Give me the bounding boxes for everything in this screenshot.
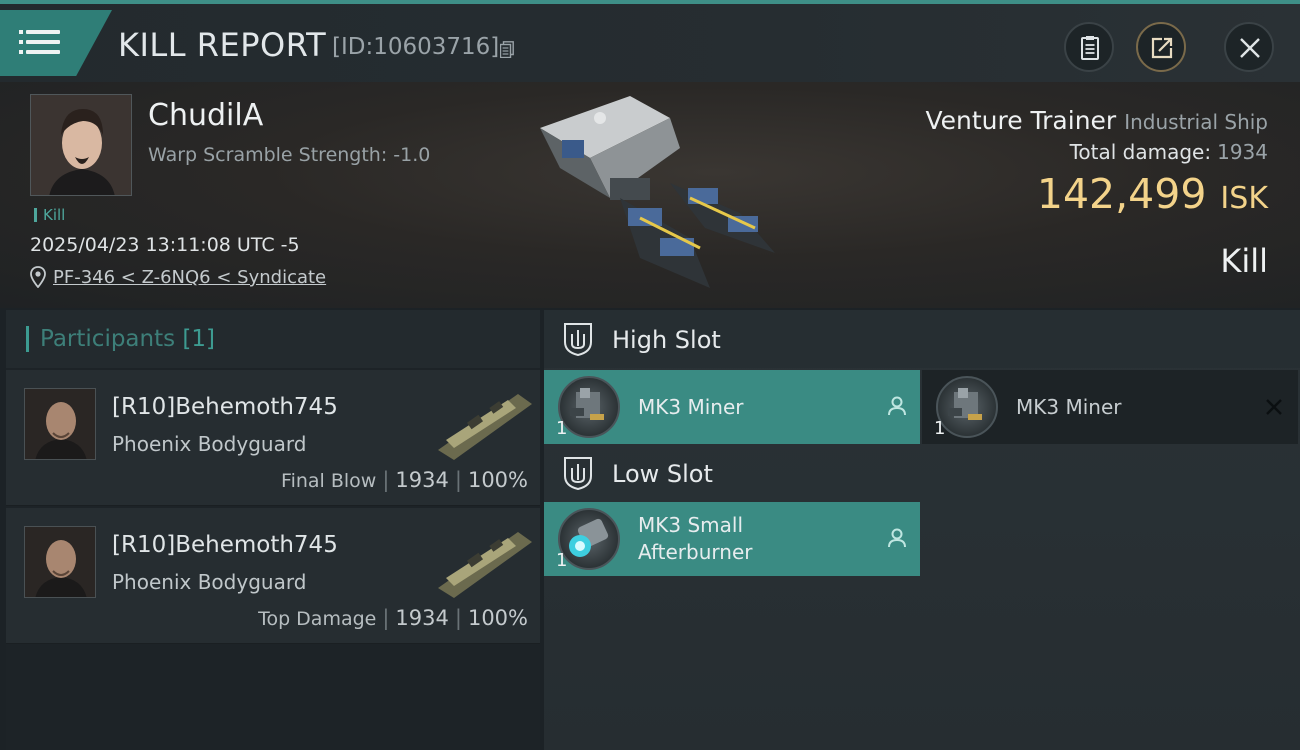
clipboard-icon <box>1081 36 1099 60</box>
participant-stats: Top Damage | 1934 | 100% <box>258 606 528 630</box>
close-button[interactable] <box>1224 22 1274 72</box>
module-slot[interactable]: 1 MK3 Miner <box>922 370 1298 444</box>
isk-amount: 142,499 <box>1036 170 1207 218</box>
low-slot-icon <box>564 457 592 490</box>
ship-render <box>540 96 775 288</box>
kill-tag: Kill <box>34 206 65 224</box>
header-bar: KILL REPORT [ID:10603716] <box>0 4 1300 82</box>
module-slot[interactable]: 1 MK3 Small Afterburner <box>544 502 920 576</box>
participant-role: Top Damage <box>258 608 377 630</box>
hamburger-menu-icon[interactable] <box>0 10 112 76</box>
victim-summary: ChudilA Warp Scramble Strength: -1.0 Kil… <box>0 82 1300 308</box>
participant-name[interactable]: [R10]Behemoth745 <box>112 394 338 420</box>
ship-name: Venture Trainer Industrial Ship <box>925 106 1268 135</box>
clipboard-button[interactable] <box>1064 22 1114 72</box>
module-slot[interactable]: 1 MK3 Miner <box>544 370 920 444</box>
total-damage-label: Total damage: <box>1069 140 1212 164</box>
module-name: MK3 Miner <box>638 395 744 419</box>
total-damage: Total damage: 1934 <box>1070 140 1268 164</box>
warp-scramble-strength: Warp Scramble Strength: -1.0 <box>148 144 431 166</box>
total-damage-value: 1934 <box>1217 140 1268 164</box>
participant-ship-render <box>438 394 532 460</box>
stat-separator: | <box>454 606 462 630</box>
stat-separator: | <box>382 468 390 492</box>
share-icon <box>1151 37 1173 59</box>
location-link[interactable]: PF-346 < Z-6NQ6 < Syndicate <box>53 267 326 288</box>
high-slot-label: High Slot <box>612 326 721 354</box>
module-name: MK3 Small Afterburner <box>638 513 753 564</box>
participant-damage: 1934 <box>395 606 449 630</box>
participants-header: Participants [1] <box>6 310 540 368</box>
participant-ship-render <box>438 532 532 598</box>
low-slot-label: Low Slot <box>612 460 713 488</box>
participant-row[interactable]: [R10]Behemoth745 Phoenix Bodyguard Final… <box>6 370 540 506</box>
participant-avatar[interactable] <box>24 526 96 598</box>
location-pin-icon <box>30 266 46 288</box>
isk-unit: ISK <box>1220 181 1268 216</box>
stat-separator: | <box>454 468 462 492</box>
high-slot-header: High Slot <box>544 310 1300 368</box>
low-slot-header: Low Slot <box>544 444 1300 500</box>
kill-timestamp: 2025/04/23 13:11:08 UTC -5 <box>30 234 300 256</box>
participant-stats: Final Blow | 1934 | 100% <box>281 468 528 492</box>
fitting-panel: High Slot 1 MK3 Miner 1 MK3 Miner Low Sl… <box>544 310 1300 750</box>
participants-count: [1] <box>182 326 216 352</box>
victim-avatar[interactable] <box>30 94 132 196</box>
module-name: MK3 Miner <box>1016 395 1122 419</box>
report-id: [ID:10603716] <box>332 34 500 60</box>
high-slot-icon <box>564 323 592 356</box>
participant-damage: 1934 <box>395 468 449 492</box>
module-quantity: 1 <box>556 418 568 439</box>
page-title: KILL REPORT <box>118 26 327 64</box>
participants-label: Participants <box>40 326 176 352</box>
share-button[interactable] <box>1136 22 1186 72</box>
ship-class: Industrial Ship <box>1124 110 1268 134</box>
stat-separator: | <box>382 606 390 630</box>
participant-avatar[interactable] <box>24 388 96 460</box>
module-quantity: 1 <box>934 418 946 439</box>
victim-name[interactable]: ChudilA <box>148 98 263 133</box>
isk-value: 142,499 ISK <box>1037 170 1268 218</box>
participant-corp: Phoenix Bodyguard <box>112 570 307 594</box>
participant-row[interactable]: [R10]Behemoth745 Phoenix Bodyguard Top D… <box>6 508 540 644</box>
participant-role: Final Blow <box>281 470 377 492</box>
participant-name[interactable]: [R10]Behemoth745 <box>112 532 338 558</box>
copy-icon[interactable] <box>500 41 514 58</box>
pilot-icon <box>888 396 906 416</box>
module-quantity: 1 <box>556 550 568 571</box>
kill-result: Kill <box>1220 242 1268 280</box>
participant-corp: Phoenix Bodyguard <box>112 432 307 456</box>
participants-panel: Participants [1] [R10]Behemoth745 Phoeni… <box>6 310 540 750</box>
destroyed-x-icon <box>1266 399 1282 415</box>
ship-name-text: Venture Trainer <box>925 106 1117 135</box>
participant-percent: 100% <box>467 468 528 492</box>
participant-percent: 100% <box>467 606 528 630</box>
close-icon <box>1240 38 1260 58</box>
pilot-icon <box>888 528 906 548</box>
